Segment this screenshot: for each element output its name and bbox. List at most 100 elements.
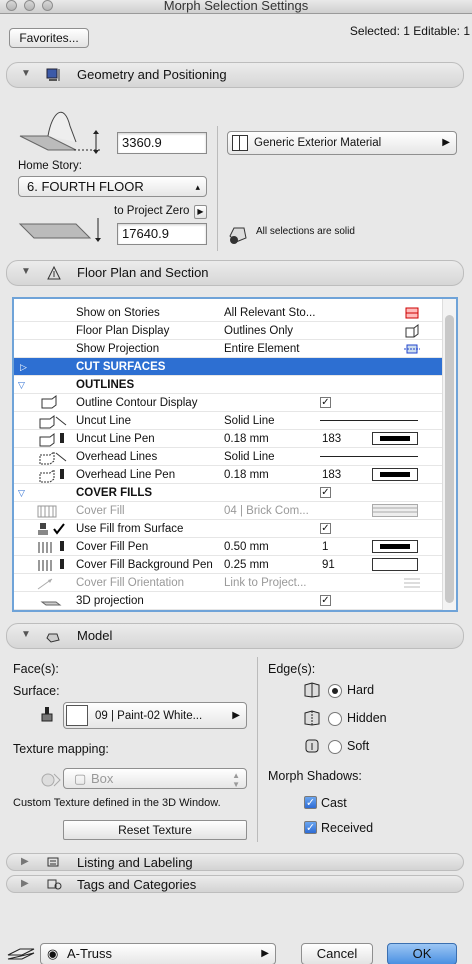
line-type-preview [320,456,418,457]
texture-mapping-value: Box [91,771,114,786]
material-swatch-icon [232,135,248,151]
list-row-3d-projection[interactable]: 3D projection ✓ [14,592,442,610]
stories-icon [405,307,419,319]
surface-label: Surface: [13,684,60,698]
morph-shadows-label: Morph Shadows: [268,769,362,783]
texture-mapping-icon [41,773,61,787]
edge-hidden-label: Hidden [347,711,387,725]
floor-plan-settings-list[interactable]: Show on Stories All Relevant Sto... Floo… [12,297,458,612]
top-offset-field[interactable]: 3360.9 [117,132,207,154]
faces-label: Face(s): [13,662,59,676]
home-story-select[interactable]: 6. FOURTH FLOOR ▴ [18,176,207,197]
material-select[interactable]: Generic Exterior Material ▶ [227,131,457,155]
pen-color-swatch[interactable] [372,432,418,445]
3d-projection-checkbox[interactable]: ✓ [320,595,331,606]
hard-edge-icon [304,682,320,698]
list-row-cover-fills[interactable]: ▽ COVER FILLS ✓ [14,484,442,502]
texture-mapping-select[interactable]: ▢ Box ▲ ▼ [63,768,247,789]
cancel-button[interactable]: Cancel [301,943,373,964]
list-row-cover-fill[interactable]: Cover Fill 04 | Brick Com... [14,502,442,520]
list-row-outlines[interactable]: ▽ OUTLINES [14,376,442,394]
list-row-show-projection[interactable]: Show Projection Entire Element [14,340,442,358]
box-mapping-icon: ▢ [74,771,87,786]
model-section-header[interactable]: ▼ Model [6,623,464,649]
fill-orientation-icon [37,578,53,590]
received-shadow-checkbox[interactable]: ✓ [304,821,317,834]
outline-contour-checkbox[interactable]: ✓ [320,397,331,408]
edge-hard-radio[interactable] [328,684,342,698]
layer-select[interactable]: ◉ A-Truss ▶ [40,943,276,964]
geometry-divider [217,126,218,251]
list-row-overhead-lines[interactable]: Overhead Lines Solid Line [14,448,442,466]
geometry-section-header[interactable]: ▼ Geometry and Positioning [6,62,464,88]
floor-plan-icon [47,265,61,280]
popup-arrow-icon: ▶ [261,948,269,959]
ok-button[interactable]: OK [387,943,457,964]
material-value: Generic Exterior Material [254,137,382,149]
collapse-triangle-icon[interactable]: ▼ [21,266,31,277]
list-row-uncut-line-pen[interactable]: Uncut Line Pen 0.18 mm 183 [14,430,442,448]
surface-value: 09 | Paint-02 White... [95,710,203,722]
expand-triangle-icon[interactable]: ▷ [20,358,27,376]
stepper-arrows-icon: ▲ ▼ [232,771,240,789]
solid-body-icon [229,227,247,244]
list-row-outline-contour-display[interactable]: Outline Contour Display ✓ [14,394,442,412]
list-row-floor-plan-display[interactable]: Floor Plan Display Outlines Only [14,322,442,340]
cover-fill-pen-icon [38,541,64,553]
list-row-use-fill-from-surface[interactable]: Use Fill from Surface ✓ [14,520,442,538]
to-project-zero-button[interactable]: ▶ [194,205,207,219]
list-row-overhead-line-pen[interactable]: Overhead Line Pen 0.18 mm 183 [14,466,442,484]
bottom-offset-field[interactable]: 17640.9 [117,223,207,245]
list-scroll-thumb[interactable] [445,315,454,603]
model-icon [46,633,60,643]
edge-hidden-radio[interactable] [328,712,342,726]
collapse-triangle-icon[interactable]: ▽ [18,484,25,502]
surface-select[interactable]: 09 | Paint-02 White... ▶ [63,702,247,729]
edge-soft-radio[interactable] [328,740,342,754]
home-story-label: Home Story: [18,160,82,172]
model-header-label: Model [77,628,113,643]
cover-fill-icon [37,505,57,518]
list-row-cover-fill-background-pen[interactable]: Cover Fill Background Pen 0.25 mm 91 [14,556,442,574]
overhead-line-icon [39,451,67,465]
stepper-arrows-icon: ▴ [195,182,200,192]
layer-value: A-Truss [67,946,113,961]
use-fill-from-surface-checkbox[interactable]: ✓ [320,523,331,534]
list-row-uncut-line[interactable]: Uncut Line Solid Line [14,412,442,430]
collapse-triangle-icon[interactable]: ▼ [21,629,31,640]
uncut-line-icon [39,415,67,429]
uncut-pen-icon [39,433,64,447]
reset-texture-button[interactable]: Reset Texture [63,820,247,840]
pen-color-swatch[interactable] [372,540,418,553]
geometry-icon [46,68,60,81]
cast-shadow-checkbox[interactable]: ✓ [304,796,317,809]
list-row-cover-fill-pen[interactable]: Cover Fill Pen 0.50 mm 1 [14,538,442,556]
list-row-cover-fill-orientation[interactable]: Cover Fill Orientation Link to Project..… [14,574,442,592]
tags-section-header[interactable]: ▶ Tags and Categories [6,875,464,893]
listing-section-header[interactable]: ▶ Listing and Labeling [6,853,464,871]
received-shadow-label: Received [321,821,374,835]
popup-arrow-icon: ▶ [232,710,240,721]
edge-soft-label: Soft [347,739,370,753]
pen-color-swatch[interactable] [372,468,418,481]
tags-icon [47,879,62,890]
favorites-button[interactable]: Favorites... [9,28,89,48]
geometry-header-label: Geometry and Positioning [77,67,227,82]
edges-label: Edge(s): [268,662,316,676]
collapse-triangle-icon[interactable]: ▼ [21,68,31,79]
pen-color-swatch[interactable] [372,558,418,571]
paint-brush-icon [41,707,53,722]
edge-hard-label: Hard [347,683,375,697]
window-title: Morph Selection Settings [163,0,309,13]
custom-texture-note: Custom Texture defined in the 3D Window. [13,797,221,809]
list-row-cut-surfaces[interactable]: ▷ CUT SURFACES [14,358,442,376]
expand-triangle-icon[interactable]: ▶ [21,878,29,889]
tags-header-label: Tags and Categories [77,877,197,892]
orientation-hatch-icon [404,578,420,588]
floor-plan-section-header[interactable]: ▼ Floor Plan and Section [6,260,464,286]
list-scrollbar[interactable] [442,299,456,610]
list-row-show-on-stories[interactable]: Show on Stories All Relevant Sto... [14,304,442,322]
collapse-triangle-icon[interactable]: ▽ [18,376,25,394]
expand-triangle-icon[interactable]: ▶ [21,856,29,867]
cover-fills-checkbox[interactable]: ✓ [320,487,331,498]
